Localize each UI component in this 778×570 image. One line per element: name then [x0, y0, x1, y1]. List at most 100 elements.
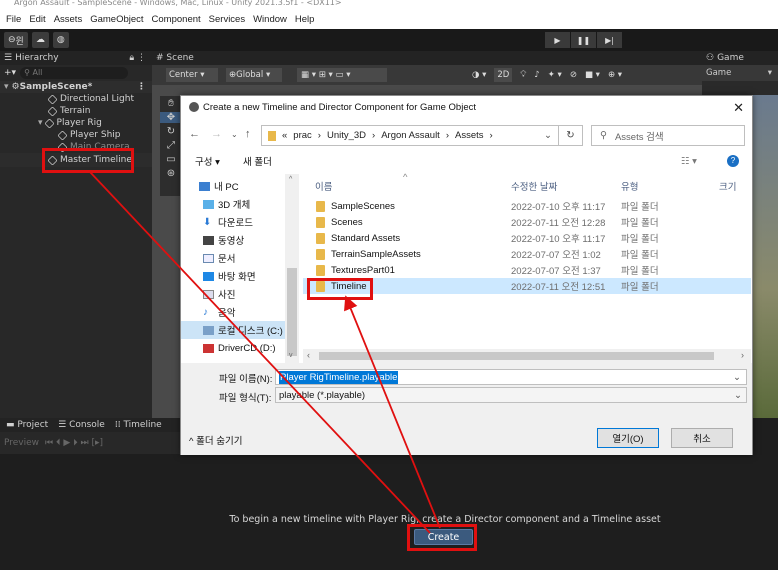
column-date[interactable]: 수정한 날짜 — [511, 179, 557, 193]
preview-toggle[interactable]: Preview — [4, 438, 39, 448]
nav-music[interactable]: ♪ 음악 — [181, 303, 299, 321]
rotate-tool-icon[interactable]: ↻ — [167, 126, 175, 137]
nav-pictures[interactable]: 사진 — [181, 285, 299, 303]
hierarchy-search[interactable]: ⚲ All — [20, 67, 129, 79]
help-icon[interactable]: ? — [727, 155, 739, 167]
scroll-up-icon[interactable]: ^ — [289, 176, 292, 183]
menu-component[interactable]: Component — [151, 14, 202, 25]
nav-downloads[interactable]: ⬇ 다운로드 — [181, 213, 299, 231]
rect-tool-icon[interactable]: ▭ — [166, 154, 175, 165]
hierarchy-item-player-ship[interactable]: Player Ship — [0, 129, 152, 141]
menu-file[interactable]: File — [5, 14, 22, 25]
pivot-center-dropdown[interactable]: Center ▾ — [166, 68, 218, 82]
breadcrumb-unity3d[interactable]: Unity_3D — [327, 130, 366, 141]
add-button[interactable]: +▾ — [4, 68, 16, 78]
address-dropdown-icon[interactable]: ⌄ — [544, 130, 552, 141]
play-button[interactable]: ▶ — [545, 32, 570, 48]
view-options-icon[interactable]: ☷ ▾ — [681, 156, 697, 167]
file-row[interactable]: TerrainSampleAssets 2022-07-07 오전 1:02 파일 … — [303, 246, 751, 262]
effects-icon[interactable]: ✦ ▾ — [548, 68, 562, 82]
move-tool-icon[interactable]: ✥ — [160, 112, 182, 123]
hierarchy-item-player-rig[interactable]: ▾ Player Rig — [0, 117, 152, 129]
nav-scrollbar[interactable]: ^ v — [285, 174, 299, 363]
playback-controls-icon[interactable]: ⏮ ⏴ ▶ ⏵ ⏭ [▸] — [45, 438, 103, 448]
new-folder-button[interactable]: 새 폴더 — [243, 154, 272, 168]
shading-icon[interactable]: ◑ ▾ — [472, 68, 486, 82]
hand-tool-icon[interactable]: ✋︎ — [168, 98, 174, 109]
account-button[interactable]: ⊖ 윈 — [4, 32, 28, 48]
scroll-left-icon[interactable]: ‹ — [307, 350, 310, 360]
menu-gameobject[interactable]: GameObject — [89, 14, 144, 25]
nav-this-pc[interactable]: 내 PC — [181, 177, 299, 195]
filename-dropdown-icon[interactable]: ⌄ — [732, 371, 742, 384]
more-icon[interactable]: ⋮ — [137, 81, 146, 93]
game-display-dropdown[interactable]: Game ▾ — [702, 65, 778, 81]
tab-project[interactable]: ▬ Project — [6, 420, 48, 430]
lock-icon[interactable]: 🔒︎ ⋮ — [129, 53, 146, 63]
tab-console[interactable]: ☰ Console — [58, 420, 105, 430]
2d-toggle[interactable]: 2D — [494, 68, 513, 82]
open-button[interactable]: 열기(O) — [597, 428, 659, 448]
search-input[interactable]: ⚲ Assets 검색 — [591, 125, 745, 146]
transform-tool-icon[interactable]: ⊛ — [167, 168, 175, 179]
cloud-button[interactable]: ☁ — [31, 32, 49, 48]
column-name[interactable]: 이름 — [315, 179, 332, 193]
file-row[interactable]: SampleScenes 2022-07-10 오후 11:17 파일 폴더 — [303, 198, 751, 214]
audio-icon[interactable]: ♪ — [534, 68, 539, 82]
filename-input[interactable]: Player RigTimeline.playable ⌄ — [275, 369, 747, 385]
menu-help[interactable]: Help — [294, 14, 316, 25]
tab-timeline[interactable]: ⁞⁞ Timeline — [115, 420, 162, 430]
up-arrow-icon[interactable]: ↑ — [245, 128, 251, 140]
nav-3d-objects[interactable]: 3D 개체 — [181, 195, 299, 213]
nav-desktop[interactable]: 바탕 화면 — [181, 267, 299, 285]
scroll-down-icon[interactable]: v — [289, 352, 293, 359]
scene-tab[interactable]: # Scene — [156, 53, 194, 63]
file-row[interactable]: Scenes 2022-07-11 오전 12:28 파일 폴더 — [303, 214, 751, 230]
file-list-hscrollbar[interactable]: ‹ › — [303, 349, 751, 363]
nav-drivercd-d[interactable]: DriverCD (D:) — [181, 339, 299, 357]
nav-local-disk-c[interactable]: 로컬 디스크 (C:) — [181, 321, 299, 339]
file-row[interactable]: TexturesPart01 2022-07-07 오전 1:37 파일 폴더 — [303, 262, 751, 278]
hierarchy-item-directional-light[interactable]: Directional Light — [0, 93, 152, 105]
breadcrumb-prac[interactable]: prac — [293, 130, 311, 141]
scroll-right-icon[interactable]: › — [741, 350, 744, 360]
column-type[interactable]: 유형 — [621, 179, 638, 193]
hidden-icon[interactable]: ⊘ — [570, 68, 577, 82]
camera-icon[interactable]: ■ ▾ — [585, 68, 600, 82]
filetype-dropdown-icon[interactable]: ⌄ — [734, 390, 742, 401]
hierarchy-tab[interactable]: ☰ Hierarchy 🔒︎ ⋮ — [0, 51, 152, 65]
close-icon[interactable]: ✕ — [733, 100, 744, 116]
nav-videos[interactable]: 동영상 — [181, 231, 299, 249]
scrollbar-thumb[interactable] — [287, 268, 297, 356]
forward-arrow-icon[interactable]: → — [211, 128, 222, 140]
step-button[interactable]: ▶| — [597, 32, 622, 48]
menu-window[interactable]: Window — [252, 14, 288, 25]
light-icon[interactable]: 💡︎ — [520, 68, 526, 82]
breadcrumb-overflow[interactable]: « — [282, 130, 287, 141]
menu-edit[interactable]: Edit — [28, 14, 46, 25]
recent-chevron-icon[interactable]: ⌄ — [231, 130, 238, 139]
refresh-icon[interactable]: ↻ — [559, 125, 583, 146]
cancel-button[interactable]: 취소 — [671, 428, 733, 448]
global-local-dropdown[interactable]: ⊕Global ▾ — [226, 68, 282, 82]
scale-tool-icon[interactable]: ⤢ — [167, 140, 175, 151]
address-bar[interactable]: « prac › Unity_3D › Argon Assault › Assets ›… — [261, 125, 559, 146]
grid-snap-tools[interactable]: ▦ ▾ ⊞ ▾ ▭ ▾ — [297, 68, 387, 82]
filetype-select[interactable]: playable (*.playable) ⌄ — [275, 387, 747, 403]
hierarchy-item-terrain[interactable]: Terrain — [0, 105, 152, 117]
game-tab[interactable]: ⚇ Game — [702, 51, 778, 65]
pause-button[interactable]: ❚❚ — [571, 32, 596, 48]
breadcrumb-assets[interactable]: Assets — [455, 130, 484, 141]
menu-assets[interactable]: Assets — [53, 14, 84, 25]
scene-root[interactable]: ▾ ⚙ SampleScene* ⋮ — [0, 81, 152, 93]
gizmos-icon[interactable]: ⊕ ▾ — [608, 68, 622, 82]
collab-button[interactable]: ◍ — [52, 32, 69, 48]
hide-folders-toggle[interactable]: ^ 폴더 숨기기 — [189, 433, 242, 447]
menu-services[interactable]: Services — [208, 14, 246, 25]
back-arrow-icon[interactable]: ← — [189, 128, 200, 140]
nav-documents[interactable]: 문서 — [181, 249, 299, 267]
organize-menu[interactable]: 구성 ▾ — [195, 154, 220, 168]
scrollbar-thumb[interactable] — [319, 352, 714, 360]
breadcrumb-argon-assault[interactable]: Argon Assault — [381, 130, 440, 141]
column-size[interactable]: 크기 — [719, 179, 736, 193]
